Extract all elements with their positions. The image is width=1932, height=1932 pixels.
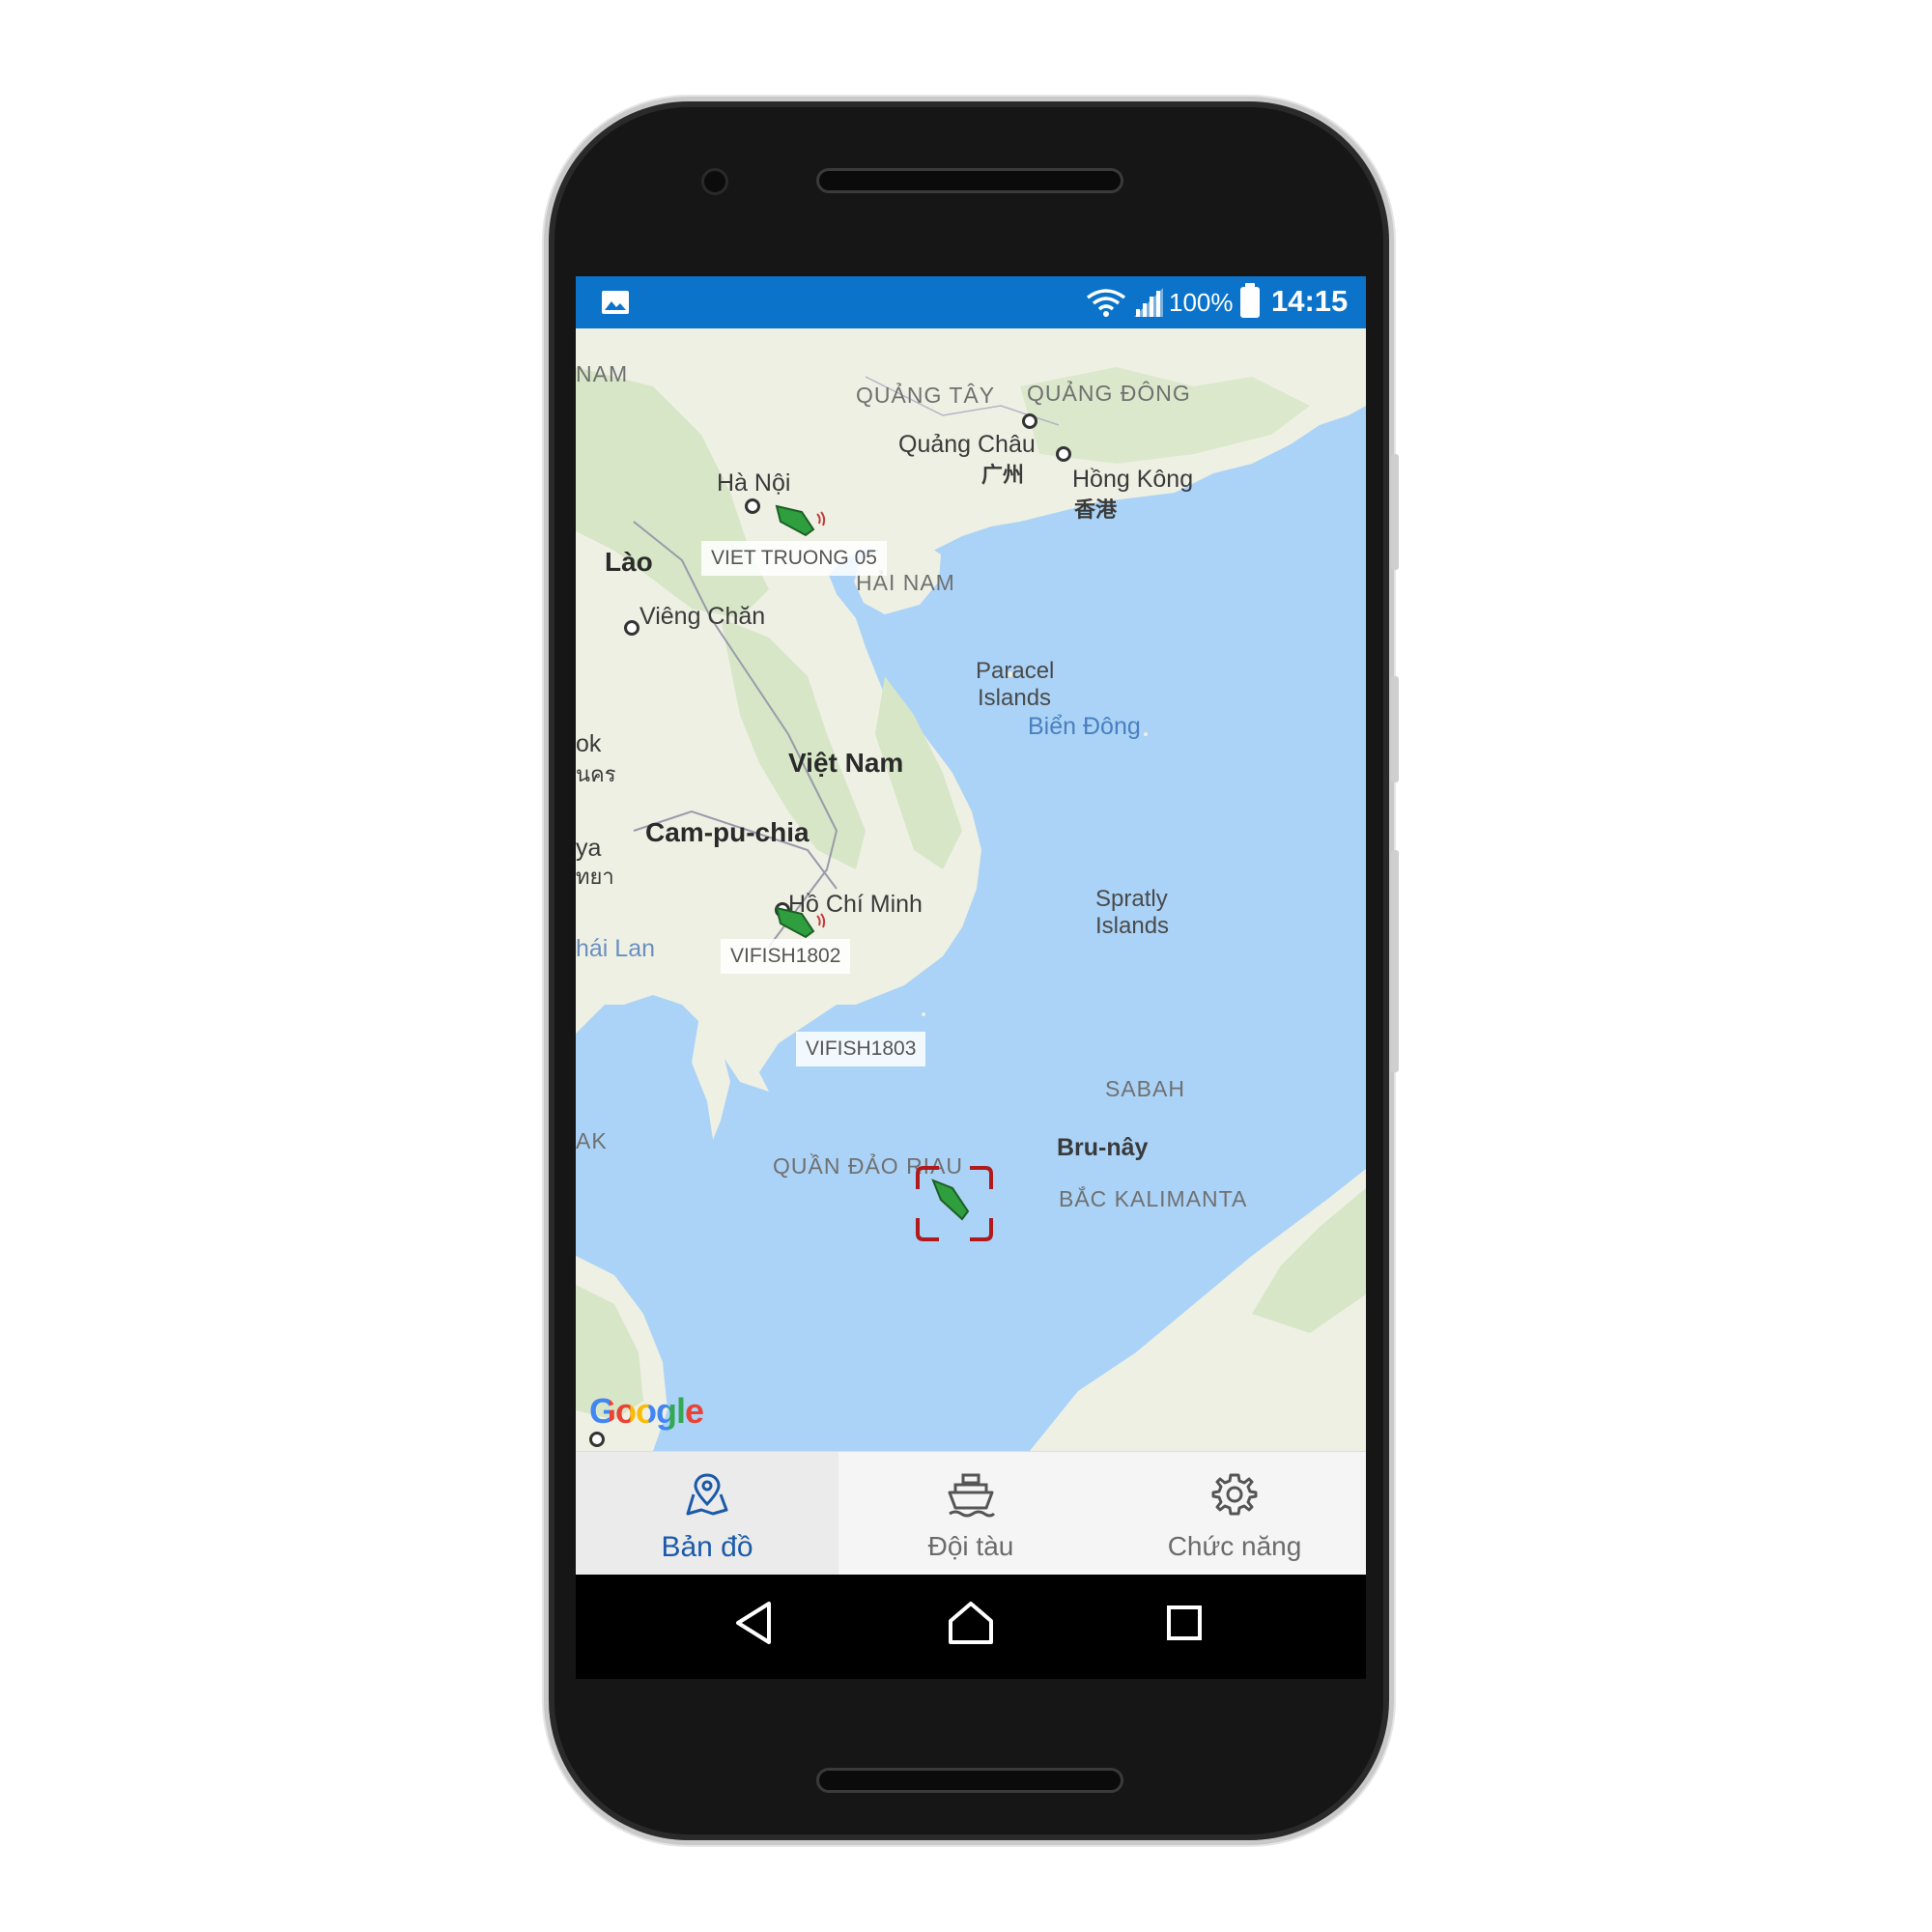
ship-icon [948,1473,996,1518]
map-label-spratly-1: Spratly [1095,886,1168,912]
map-label-bac-kalimantan: BẮC KALIMANTA [1059,1186,1248,1211]
map-label-bien-dong: Biển Đông [1028,713,1141,740]
city-marker-vieng-chan [624,620,639,636]
home-icon[interactable] [947,1600,995,1646]
vessel-marker-viet-truong-05[interactable] [775,502,829,537]
power-button [1391,676,1399,782]
tab-chuc-nang-label: Chức năng [1167,1531,1302,1561]
bottom-navigation: Bản đồ Đội tàu Chức năng [576,1451,1366,1576]
map-label-thai-script-2: ทยา [576,865,614,889]
tab-ban-do[interactable]: Bản đồ [576,1452,838,1576]
map-label-ya: ya [576,835,602,862]
map-label-quang-chau-cn: 广州 [981,463,1025,487]
map-label-paracel-2: Islands [978,685,1052,711]
volume-button-lower [1391,850,1399,1072]
map-label-viet-nam: Việt Nam [788,748,904,778]
back-icon[interactable] [732,1600,775,1646]
city-marker-hong-kong [1056,446,1071,462]
system-navigation-bar [576,1575,1366,1679]
volume-button [1391,454,1399,570]
city-marker-quang-chau [1022,413,1037,429]
map-label-thai-lan: hái Lan [576,935,656,962]
vessel-label-vifish1802[interactable]: VIFISH1802 [721,939,851,974]
map-label-paracel-1: Paracel [976,658,1055,684]
map-label-ak: AK [576,1128,608,1153]
tab-doi-tau[interactable]: Đội tàu [839,1452,1102,1576]
map-label-vieng-chan: Viêng Chăn [639,603,766,630]
map-label-thai-script: นคร [576,762,616,786]
gallery-icon [602,291,629,314]
tab-doi-tau-label: Đội tàu [927,1531,1014,1561]
vessel-marker-vifish1803[interactable] [929,1177,980,1227]
tab-ban-do-label: Bản đồ [661,1531,753,1563]
map-label-ok: ok [576,730,602,757]
map-label-campuchia: Cam-pu-chia [645,817,810,847]
tab-chuc-nang[interactable]: Chức năng [1103,1452,1366,1576]
map-label-hong-kong: Hồng Kông [1072,466,1194,493]
google-attribution: Google [589,1391,704,1431]
battery-icon [1240,283,1260,318]
status-clock: 14:15 [1271,284,1349,318]
map-label-spratly-2: Islands [1095,913,1170,939]
recents-icon[interactable] [1163,1600,1206,1646]
map-label-hong-kong-cn: 香港 [1074,497,1118,522]
front-camera [701,168,728,195]
vessel-label-vifish1803[interactable]: VIFISH1803 [796,1032,926,1066]
map-label-quang-tay: QUẢNG TÂY [856,383,996,408]
map-location-dot [589,1432,605,1447]
map-base [576,328,1366,1451]
screen: 100% 14:15 NAM QUẢNG TÂY QUẢNG ĐÔNG Quản… [576,276,1366,1679]
map-label-quang-dong: QUẢNG ĐÔNG [1027,381,1191,406]
map-label-brunei: Bru-nây [1057,1134,1149,1161]
bottom-speaker [816,1768,1123,1793]
map-pin-icon [686,1473,728,1516]
battery-percent: 100% [1169,288,1234,317]
map-label-ha-noi: Hà Nội [717,469,791,497]
vessel-marker-vifish1802[interactable] [775,904,829,939]
vessel-label-viet-truong-05[interactable]: VIET TRUONG 05 [701,541,887,576]
map-label-lao: Lào [605,547,653,577]
gear-icon [1211,1473,1258,1516]
status-bar: 100% 14:15 [576,276,1366,328]
map-view[interactable]: NAM QUẢNG TÂY QUẢNG ĐÔNG Quảng Châu 广州 H… [576,328,1366,1451]
wifi-icon [1086,289,1126,317]
map-label-quang-chau: Quảng Châu [898,431,1036,458]
map-label-nam: NAM [576,361,629,386]
map-label-sabah: SABAH [1105,1076,1185,1101]
signal-icon [1134,288,1163,317]
city-marker-ha-noi [745,498,760,514]
top-speaker [816,168,1123,193]
